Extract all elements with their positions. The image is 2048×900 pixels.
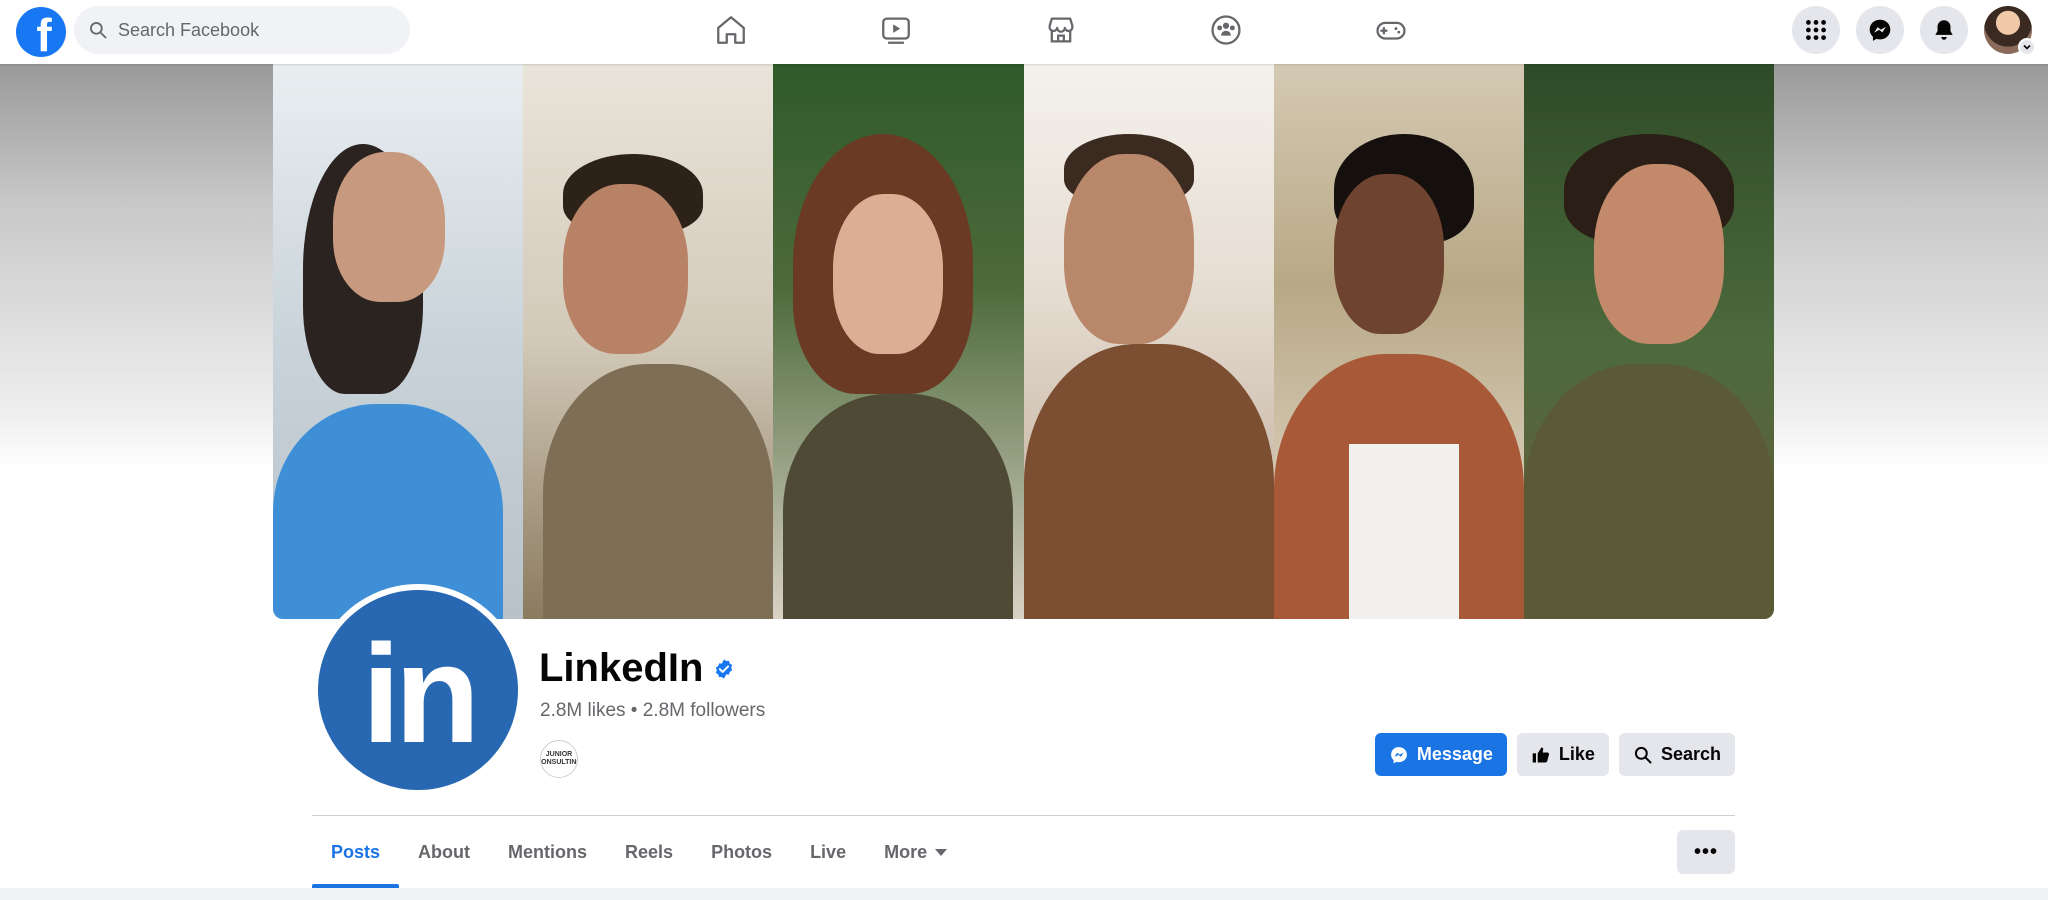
tab-mentions[interactable]: Mentions [489, 816, 606, 888]
search-icon [90, 22, 107, 39]
tab-live[interactable]: Live [791, 816, 865, 888]
tab-label: Posts [331, 841, 381, 862]
page-actions: Message Like Search [1374, 733, 1735, 776]
tab-photos[interactable]: Photos [692, 816, 791, 888]
tab-label: More [884, 841, 928, 862]
tab-label: Reels [625, 841, 674, 862]
video-icon [881, 17, 910, 44]
messenger-icon [1390, 746, 1407, 763]
page-title: LinkedIn [539, 646, 735, 691]
follower-avatar-text: JUNIOR CONSULTING [541, 751, 577, 766]
search-page-button[interactable]: Search [1618, 733, 1735, 776]
messenger-button[interactable] [1856, 6, 1904, 54]
search-input[interactable] [118, 19, 388, 41]
menu-button[interactable] [1792, 6, 1840, 54]
menu-grid-icon [1806, 20, 1826, 40]
message-button-label: Message [1416, 744, 1493, 764]
tab-reels[interactable]: Reels [606, 816, 692, 888]
ellipsis-icon: ••• [1693, 840, 1718, 863]
notifications-button[interactable] [1920, 6, 1968, 54]
cover-panel-3 [773, 64, 1024, 619]
verified-badge-icon [716, 658, 733, 679]
search-bar[interactable] [74, 6, 410, 54]
nav-tab-video[interactable] [813, 4, 978, 56]
message-button[interactable]: Message [1374, 733, 1507, 776]
linkedin-logo: in [318, 590, 518, 790]
main-nav-tabs [648, 4, 1473, 56]
gaming-icon [1375, 21, 1406, 40]
page-tabs: Posts About Mentions Reels Photos Live M… [312, 816, 966, 888]
linkedin-logo-text: in [361, 615, 480, 772]
marketplace-icon [1048, 17, 1073, 43]
nav-tab-home[interactable] [648, 4, 813, 56]
search-icon [1634, 746, 1652, 763]
account-avatar[interactable] [1984, 6, 2036, 56]
nav-right-actions [1792, 6, 2036, 56]
nav-tab-groups[interactable] [1143, 4, 1308, 56]
like-button-label: Like [1558, 744, 1595, 764]
nav-tab-gaming[interactable] [1308, 4, 1473, 56]
top-navigation-bar: f [0, 0, 2048, 64]
page-name-text: LinkedIn [539, 646, 704, 690]
page-stats[interactable]: 2.8M likes • 2.8M followers [540, 700, 765, 722]
tab-more[interactable]: More [865, 816, 966, 888]
tab-label: Photos [711, 841, 773, 862]
thumbs-up-icon [1532, 747, 1549, 762]
chevron-down-icon [2018, 38, 2036, 56]
notifications-icon [1935, 20, 1953, 40]
tab-posts[interactable]: Posts [312, 816, 400, 888]
tab-label: About [418, 841, 471, 862]
messenger-icon [1869, 19, 1891, 41]
cover-panel-4 [1023, 64, 1274, 619]
facebook-logo[interactable]: f [16, 7, 66, 57]
groups-icon [1210, 15, 1241, 45]
cover-photo[interactable] [273, 64, 1774, 619]
cover-panel-6 [1523, 64, 1774, 619]
facebook-logo-letter: f [36, 9, 52, 57]
follower-avatar[interactable]: JUNIOR CONSULTING [540, 740, 578, 778]
tab-about[interactable]: About [399, 816, 489, 888]
more-options-button[interactable]: ••• [1677, 830, 1735, 874]
feed-background [0, 888, 2048, 900]
cover-panel-1 [273, 64, 524, 619]
tab-label: Live [810, 841, 847, 862]
tab-label: Mentions [508, 841, 588, 862]
search-button-label: Search [1660, 744, 1721, 764]
cover-panel-5 [1273, 64, 1524, 619]
caret-down-icon [935, 848, 948, 856]
cover-panel-2 [523, 64, 774, 619]
like-button[interactable]: Like [1516, 733, 1609, 776]
profile-picture[interactable]: in [312, 584, 524, 796]
nav-tab-marketplace[interactable] [978, 4, 1143, 56]
home-icon [716, 16, 745, 44]
